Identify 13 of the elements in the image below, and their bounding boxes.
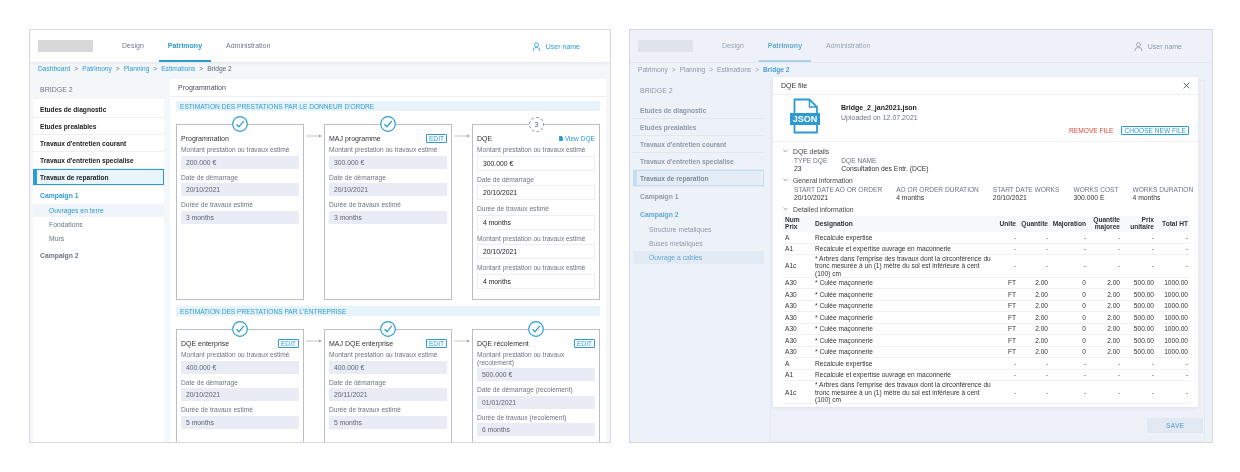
user-icon: [1133, 41, 1143, 51]
caret-icon[interactable]: [783, 178, 788, 182]
json-file-icon: JSON: [790, 98, 820, 134]
caret-icon[interactable]: [783, 207, 788, 211]
arrow-connector: [452, 133, 472, 139]
arrow-connector: [304, 133, 324, 139]
arrow-connector: [452, 338, 472, 344]
close-icon[interactable]: [1183, 82, 1190, 89]
arrow-connector: [304, 338, 324, 344]
document-icon: [558, 135, 563, 141]
logo-placeholder: [38, 40, 93, 52]
user-icon: [531, 41, 541, 51]
caret-icon[interactable]: [783, 149, 788, 153]
